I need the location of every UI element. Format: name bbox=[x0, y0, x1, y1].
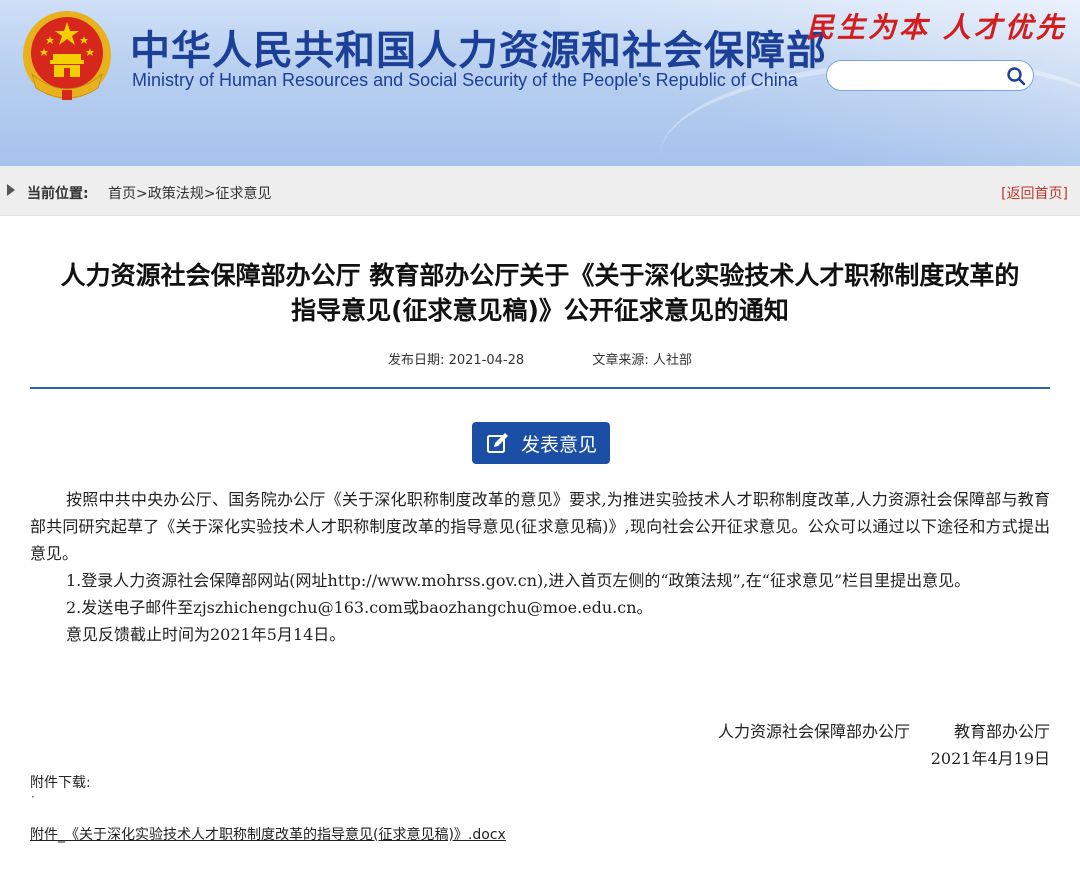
breadcrumb-bar: 当前位置: 首页>政策法规>征求意见 [返回首页] bbox=[0, 166, 1080, 216]
breadcrumb-home[interactable]: 首页 bbox=[108, 186, 136, 202]
site-title-en: Ministry of Human Resources and Social S… bbox=[132, 70, 798, 90]
breadcrumb-policy[interactable]: 政策法规 bbox=[148, 186, 204, 202]
article-source: 人社部 bbox=[652, 353, 692, 368]
paragraph: 1.登录人力资源社会保障部网站(网址http://www.mohrss.gov.… bbox=[66, 571, 971, 590]
attachment-download-link[interactable]: 附件_《关于深化实验技术人才职称制度改革的指导意见(征求意见稿)》.docx bbox=[30, 824, 506, 844]
site-title-cn: 中华人民共和国人力资源和社会保障部 bbox=[130, 28, 827, 74]
sign-date: 2021年4月19日 bbox=[930, 749, 1050, 768]
breadcrumb-label: 当前位置: bbox=[27, 186, 89, 202]
date-label: 发布日期: bbox=[388, 353, 445, 368]
article-body: 按照中共中央办公厅、国务院办公厅《关于深化职称制度改革的意见》要求,为推进实验技… bbox=[30, 486, 1050, 648]
paragraph: 按照中共中央办公厅、国务院办公厅《关于深化职称制度改革的意见》要求,为推进实验技… bbox=[30, 490, 1050, 563]
attachment-bullet: · bbox=[31, 790, 35, 804]
return-home-link[interactable]: [返回首页] bbox=[1001, 183, 1068, 203]
breadcrumb-separator: > bbox=[136, 186, 148, 202]
sign-org-mohrss: 人力资源社会保障部办公厅 bbox=[717, 722, 910, 741]
publish-date: 2021-04-28 bbox=[448, 353, 525, 368]
signature-block: 人力资源社会保障部办公厅 教育部办公厅 2021年4月19日 bbox=[718, 718, 1050, 772]
post-comment-label: 发表意见 bbox=[520, 433, 597, 456]
site-header: 中华人民共和国人力资源和社会保障部 Ministry of Human Reso… bbox=[0, 0, 1080, 166]
breadcrumb: 首页>政策法规>征求意见 bbox=[108, 183, 271, 203]
search-input[interactable] bbox=[837, 65, 997, 87]
article-title-line2: 指导意见(征求意见稿)》公开征求意见的通知 bbox=[291, 296, 789, 325]
edit-icon bbox=[486, 433, 508, 453]
search-icon[interactable] bbox=[1005, 65, 1027, 87]
paragraph: 意见反馈截止时间为2021年5月14日。 bbox=[66, 625, 346, 644]
paragraph: 2.发送电子邮件至zjszhichengchu@163.com或baozhang… bbox=[66, 598, 653, 617]
triangle-right-icon bbox=[7, 184, 15, 196]
attachment-label: 附件下载: bbox=[30, 775, 91, 791]
title-divider bbox=[30, 387, 1050, 389]
sign-org-moe: 教育部办公厅 bbox=[953, 722, 1050, 741]
site-slogan: 民生为本 人才优先 bbox=[806, 11, 1067, 44]
source-label: 文章来源: bbox=[592, 353, 649, 368]
article-title: 人力资源社会保障部办公厅 教育部办公厅关于《关于深化实验技术人才职称制度改革的 … bbox=[30, 258, 1050, 328]
article-title-line1: 人力资源社会保障部办公厅 教育部办公厅关于《关于深化实验技术人才职称制度改革的 bbox=[60, 261, 1020, 290]
national-emblem-icon[interactable] bbox=[20, 8, 114, 102]
breadcrumb-consultation[interactable]: 征求意见 bbox=[215, 186, 271, 202]
breadcrumb-separator: > bbox=[203, 186, 216, 202]
post-comment-button[interactable]: 发表意见 bbox=[472, 422, 610, 464]
article-meta: 发布日期: 2021-04-28 文章来源: 人社部 bbox=[0, 349, 1080, 368]
search-box bbox=[826, 60, 1034, 91]
